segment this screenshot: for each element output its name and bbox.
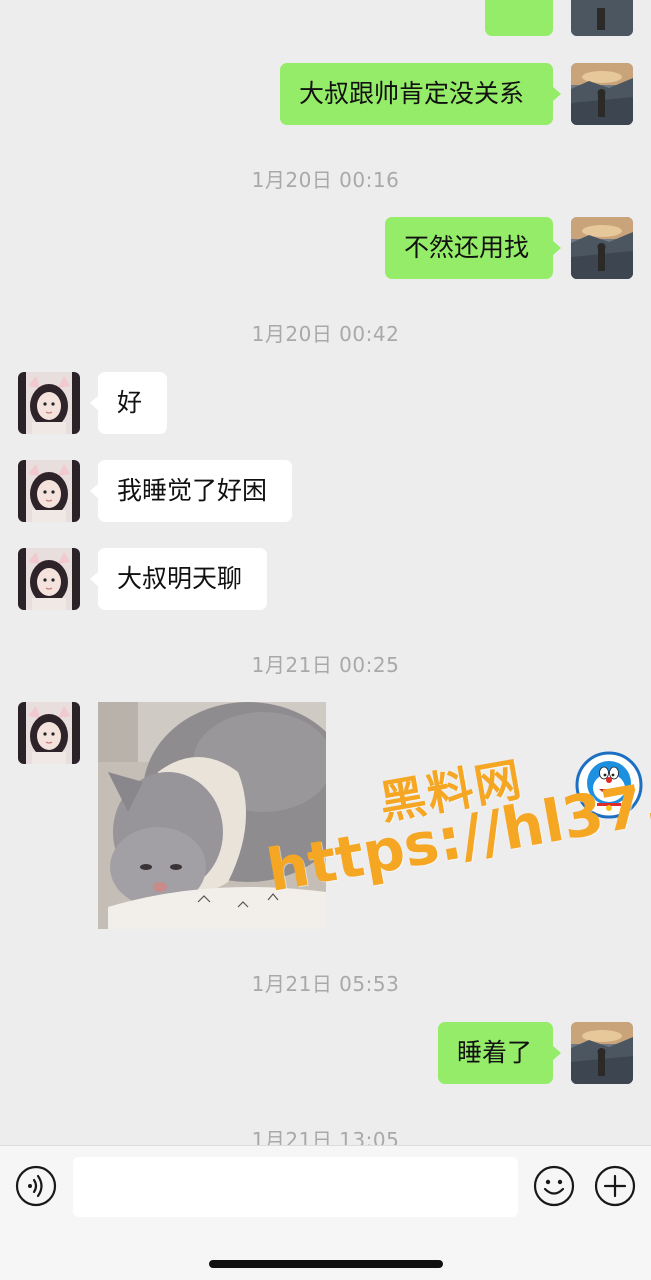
input-toolbar	[0, 1145, 651, 1280]
contact-avatar[interactable]	[18, 548, 80, 610]
timestamp: 1月21日 13:05	[251, 1128, 400, 1145]
message-input[interactable]	[73, 1157, 518, 1217]
my-avatar[interactable]	[571, 0, 633, 36]
more-button[interactable]	[594, 1165, 636, 1207]
timestamp: 1月21日 00:25	[251, 653, 400, 677]
my-avatar[interactable]	[571, 217, 633, 279]
outgoing-message[interactable]: 睡着了	[438, 1022, 561, 1084]
incoming-message[interactable]: 好	[90, 372, 167, 434]
timestamp: 1月20日 00:16	[251, 168, 400, 192]
incoming-message[interactable]: 我睡觉了好困	[90, 460, 292, 522]
timestamp: 1月20日 00:42	[251, 322, 400, 346]
chat-message-list[interactable]: 大叔跟帅肯定没关系 1月20日 00:16 不然还用找 1月20日 00:42 …	[0, 0, 651, 1145]
outgoing-message[interactable]: 大叔跟帅肯定没关系	[280, 63, 561, 125]
contact-avatar[interactable]	[18, 460, 80, 522]
home-indicator[interactable]	[209, 1260, 443, 1268]
voice-button[interactable]	[15, 1165, 57, 1207]
incoming-message[interactable]: 大叔明天聊	[90, 548, 267, 610]
timestamp: 1月21日 05:53	[251, 972, 400, 996]
emoji-button[interactable]	[533, 1165, 575, 1207]
emoji-icon	[533, 1165, 575, 1207]
voice-icon	[15, 1165, 57, 1207]
my-avatar[interactable]	[571, 1022, 633, 1084]
partial-outgoing-bubble	[485, 0, 553, 36]
contact-avatar[interactable]	[18, 702, 80, 764]
contact-avatar[interactable]	[18, 372, 80, 434]
outgoing-message[interactable]: 不然还用找	[385, 217, 561, 279]
plus-icon	[594, 1165, 636, 1207]
my-avatar[interactable]	[571, 63, 633, 125]
